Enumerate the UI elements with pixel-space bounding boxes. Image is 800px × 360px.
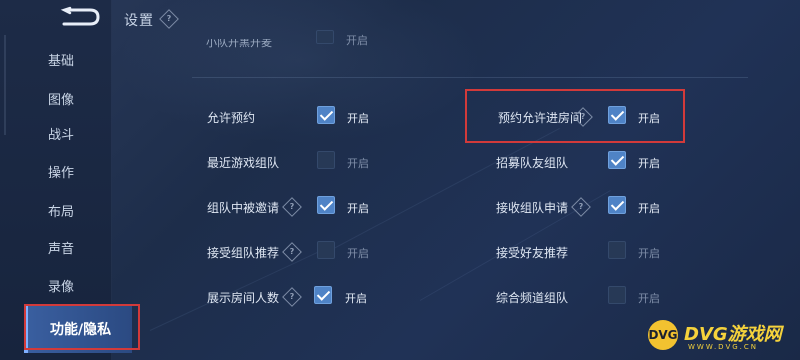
setting-label-receive-team-request: 接收组队申请 bbox=[496, 201, 569, 215]
setting-label-allow-reservation: 允许预约 bbox=[207, 111, 256, 125]
setting-state: 开启 bbox=[638, 292, 660, 305]
sidebar-item-layout[interactable]: 布局 bbox=[16, 195, 106, 225]
setting-state: 开启 bbox=[638, 202, 660, 215]
watermark-subtext: WWW.DVG.CN bbox=[688, 343, 759, 351]
sidebar-item-label: 基础 bbox=[47, 53, 74, 69]
checkbox-accept-friend-recommend[interactable] bbox=[608, 241, 626, 259]
setting-label-recruit-team: 招募队友组队 bbox=[496, 156, 569, 170]
setting-state: 开启 bbox=[347, 112, 369, 125]
sidebar-item-basic[interactable]: 基础 bbox=[16, 44, 106, 74]
sidebar-item-label: 声音 bbox=[47, 241, 74, 257]
setting-state: 开启 bbox=[347, 202, 369, 215]
setting-state: 开启 bbox=[638, 247, 660, 260]
checkbox-accept-team-recommend[interactable] bbox=[317, 241, 335, 259]
divider bbox=[192, 77, 748, 78]
sidebar-item-controls[interactable]: 操作 bbox=[16, 156, 106, 186]
setting-state: 开启 bbox=[638, 157, 660, 170]
setting-label-accept-team-recommend: 接受组队推荐 bbox=[207, 246, 280, 260]
setting-label-general-channel-team: 综合频道组队 bbox=[496, 291, 569, 305]
sidebar-item-label: 功能/隐私 bbox=[50, 322, 112, 338]
page-title: 设置 bbox=[124, 13, 154, 29]
sidebar-edge bbox=[4, 35, 6, 135]
checkbox-allow-reservation[interactable] bbox=[317, 106, 335, 124]
setting-state-partial: 开启 bbox=[346, 34, 368, 47]
sidebar-item-sound[interactable]: 声音 bbox=[16, 232, 106, 262]
setting-state: 开启 bbox=[345, 292, 367, 305]
checkbox-reservation-join-room[interactable] bbox=[608, 106, 626, 124]
checkbox-team-invite[interactable] bbox=[317, 196, 335, 214]
sidebar-item-label: 图像 bbox=[47, 92, 74, 108]
checkbox-partial[interactable] bbox=[316, 30, 334, 44]
sidebar-item-label: 操作 bbox=[47, 165, 74, 181]
setting-state: 开启 bbox=[347, 157, 369, 170]
setting-label-team-invite: 组队中被邀请 bbox=[207, 201, 280, 215]
checkbox-receive-team-request[interactable] bbox=[608, 196, 626, 214]
setting-label-recent-team: 最近游戏组队 bbox=[207, 156, 280, 170]
sidebar-item-graphics[interactable]: 图像 bbox=[16, 83, 106, 113]
checkbox-general-channel-team[interactable] bbox=[608, 286, 626, 304]
setting-label-accept-friend-recommend: 接受好友推荐 bbox=[496, 246, 569, 260]
setting-label-show-room-count: 展示房间人数 bbox=[207, 291, 280, 305]
setting-label-reservation-join-room: 预约允许进房间 bbox=[498, 111, 583, 125]
sidebar-item-label: 布局 bbox=[47, 204, 74, 220]
checkbox-recent-team[interactable] bbox=[317, 151, 335, 169]
checkbox-recruit-team[interactable] bbox=[608, 151, 626, 169]
sidebar-item-replay[interactable]: 录像 bbox=[16, 270, 106, 300]
watermark: DVG DVG游戏网 WWW.DVG.CN bbox=[648, 318, 798, 356]
sidebar-item-battle[interactable]: 战斗 bbox=[16, 118, 106, 148]
sidebar-item-label: 录像 bbox=[47, 279, 74, 295]
setting-state: 开启 bbox=[638, 112, 660, 125]
watermark-logo-icon: DVG bbox=[648, 320, 678, 350]
back-button[interactable] bbox=[56, 6, 102, 28]
checkbox-show-room-count[interactable] bbox=[314, 286, 332, 304]
sidebar-item-label: 战斗 bbox=[47, 127, 74, 143]
setting-state: 开启 bbox=[347, 247, 369, 260]
back-icon bbox=[60, 6, 100, 26]
sidebar-item-function-privacy[interactable]: 功能/隐私 bbox=[24, 305, 132, 353]
